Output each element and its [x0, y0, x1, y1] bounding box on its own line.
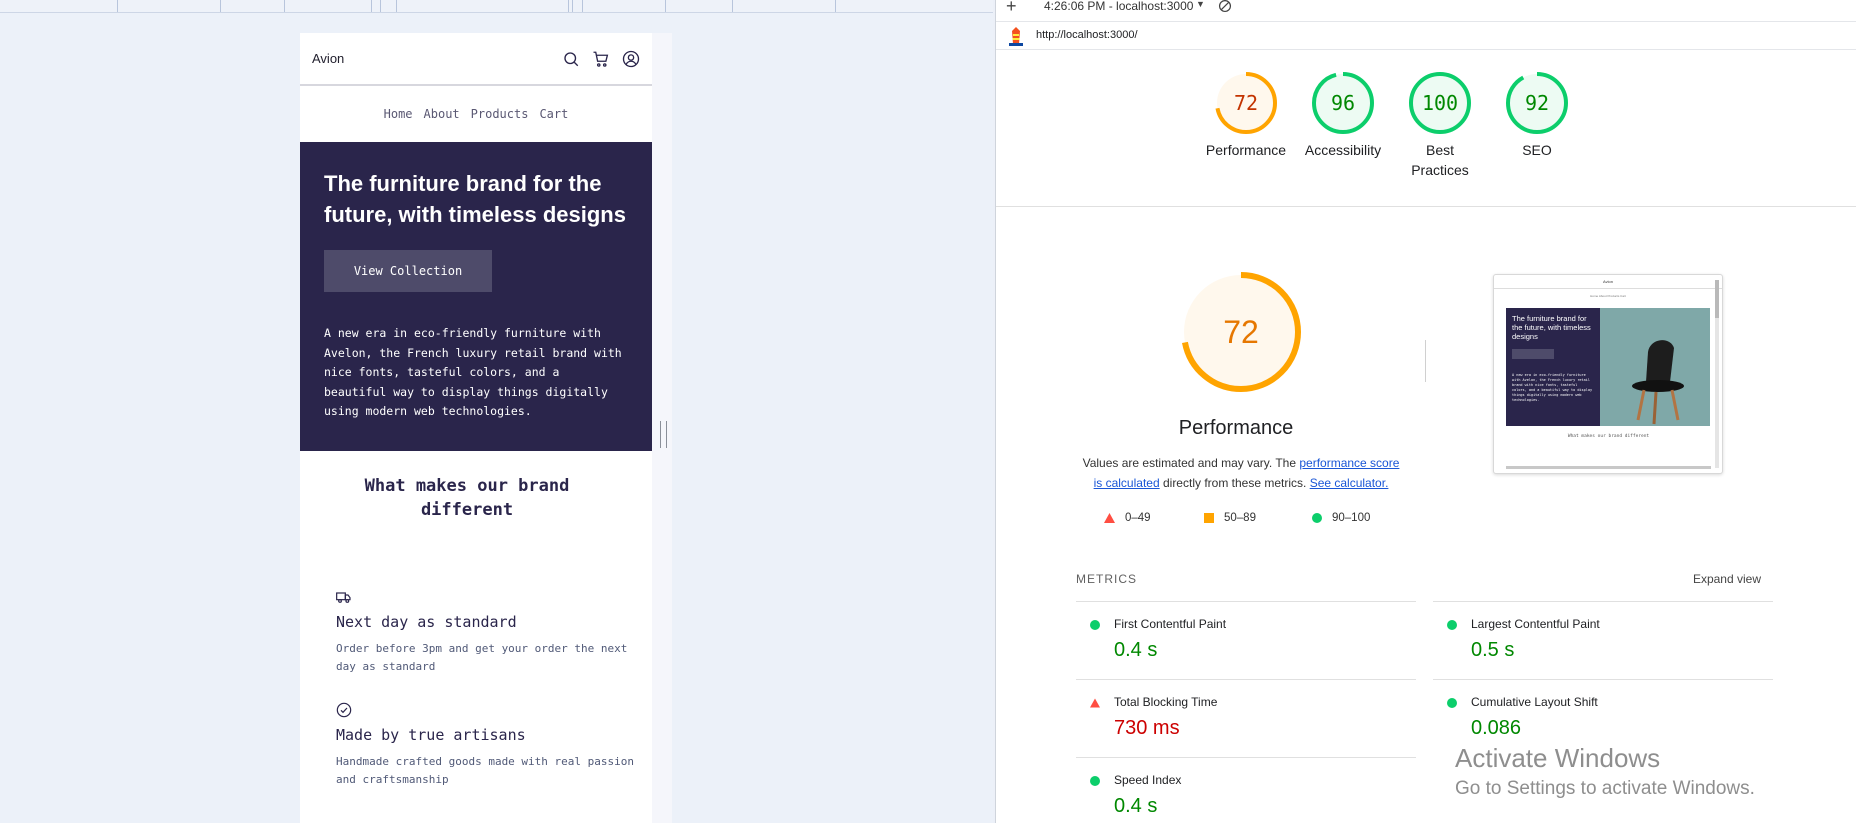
chevron-down-icon[interactable]: ▼ — [1196, 0, 1205, 9]
triangle-icon — [1104, 513, 1115, 523]
triangle-icon — [1090, 698, 1100, 708]
gauge-seo[interactable]: 92 SEO — [1487, 70, 1587, 160]
site-nav: Home About Products Cart — [300, 86, 652, 142]
legend-fail: 0–49 — [1104, 512, 1151, 524]
device-emulation-area: Avion Home About Products Cart The furni… — [0, 0, 993, 823]
metric-name: Cumulative Layout Shift — [1471, 695, 1598, 709]
performance-section: 72 Performance Values are estimated and … — [996, 260, 1856, 560]
metric-name: First Contentful Paint — [1114, 617, 1227, 631]
site-header: Avion — [300, 33, 652, 86]
gauge-score: 72 — [1234, 91, 1258, 115]
gauge-score: 100 — [1422, 91, 1458, 115]
metric-first-contentful-paint: First Contentful Paint 0.4 s — [1076, 601, 1416, 679]
section-title: What makes our brand different — [364, 476, 570, 520]
clear-reports-icon[interactable] — [1218, 0, 1232, 13]
gauge-accessibility[interactable]: 96 Accessibility — [1293, 70, 1393, 160]
metric-largest-contentful-paint: Largest Contentful Paint 0.5 s — [1433, 601, 1773, 679]
feature-item: Next day as standard Order before 3pm an… — [300, 589, 652, 676]
viewport-resize-handle[interactable] — [660, 421, 667, 448]
lighthouse-toolbar: + 4:26:06 PM - localhost:3000 ▼ — [996, 0, 1856, 16]
device-viewport: Avion Home About Products Cart The furni… — [300, 33, 672, 823]
category-gauges: 72 Performance 96 Accessibility 100 Best… — [996, 70, 1856, 210]
media-query-ruler[interactable] — [0, 0, 993, 13]
more-options-icon[interactable]: ⋮ — [1851, 23, 1856, 44]
circle-icon — [1447, 698, 1457, 708]
nav-home-link[interactable]: Home — [384, 107, 413, 121]
metric-name: Largest Contentful Paint — [1471, 617, 1600, 631]
gauge-performance[interactable]: 72 Performance — [1196, 70, 1296, 160]
metric-value: 730 ms — [1114, 717, 1180, 739]
see-calculator-link[interactable]: See calculator. — [1310, 476, 1389, 490]
circle-icon — [1447, 620, 1457, 630]
metrics-header: METRICS Expand view — [1076, 572, 1773, 592]
check-circle-icon — [336, 702, 352, 718]
search-icon[interactable] — [562, 50, 580, 68]
cart-icon[interactable] — [592, 50, 610, 68]
windows-activation-watermark: Activate Windows Go to Settings to activ… — [1455, 741, 1755, 801]
metric-name: Speed Index — [1114, 773, 1182, 787]
gauge-label: Best Practices — [1411, 142, 1469, 178]
metric-speed-index: Speed Index 0.4 s — [1076, 757, 1416, 823]
thumbnail-caption: What makes our brand different — [1567, 434, 1650, 439]
lighthouse-logo-icon — [1009, 27, 1023, 46]
thumbnail-hero: The furniture brand for the future, with… — [1506, 308, 1600, 426]
thumbnail-nav: Home About Products Cart — [1590, 294, 1626, 298]
score-legend: 0–49 50–89 90–100 — [1104, 512, 1404, 528]
hero-section: The furniture brand for the future, with… — [300, 142, 652, 451]
hero-description: A new era in eco-friendly furniture with… — [324, 326, 622, 418]
metric-value: 0.4 s — [1114, 639, 1158, 661]
gauge-label: Performance — [1205, 142, 1287, 158]
circle-icon — [1312, 513, 1322, 523]
nav-about-link[interactable]: About — [424, 107, 460, 121]
gauge-label: Accessibility — [1304, 142, 1382, 158]
thumbnail-header: Avion — [1494, 275, 1722, 289]
metrics-title: METRICS — [1076, 572, 1137, 586]
performance-title: Performance — [1178, 417, 1294, 439]
site-page: Avion Home About Products Cart The furni… — [300, 33, 652, 823]
gauge-score: 92 — [1525, 91, 1549, 115]
gauge-best-practices[interactable]: 100 Best Practices — [1390, 70, 1490, 180]
nav-cart-link[interactable]: Cart — [539, 107, 568, 121]
expand-view-toggle[interactable]: Expand view — [1693, 572, 1761, 586]
square-icon — [1204, 513, 1214, 523]
metric-value: 0.086 — [1471, 717, 1522, 739]
feature-title: Made by true artisans — [336, 726, 526, 744]
final-screenshot-thumbnail[interactable]: Avion Home About Products Cart The furni… — [1493, 274, 1723, 474]
performance-big-gauge: 72 — [1181, 272, 1301, 392]
watermark-line1: Activate Windows — [1455, 743, 1661, 773]
legend-average: 50–89 — [1204, 512, 1256, 524]
new-report-button[interactable]: + — [1006, 0, 1017, 17]
report-url-bar: http://localhost:3000/ ⋮ — [996, 21, 1856, 50]
performance-description: Values are estimated and may vary. The p… — [1082, 456, 1400, 490]
report-url[interactable]: http://localhost:3000/ — [1036, 29, 1138, 41]
site-logo[interactable]: Avion — [312, 51, 550, 66]
metric-total-blocking-time: Total Blocking Time 730 ms — [1076, 679, 1416, 757]
user-avatar-icon[interactable] — [622, 50, 640, 68]
performance-big-score: 72 — [1223, 314, 1259, 350]
feature-text: Order before 3pm and get your order the … — [336, 642, 628, 673]
watermark-line2: Go to Settings to activate Windows. — [1455, 778, 1755, 799]
gauge-label: SEO — [1522, 142, 1552, 158]
view-collection-button[interactable]: View Collection — [324, 250, 492, 292]
circle-icon — [1090, 776, 1100, 786]
metric-name: Total Blocking Time — [1114, 695, 1218, 709]
delivery-truck-icon — [336, 592, 351, 603]
report-selector[interactable]: 4:26:06 PM - localhost:3000 — [1044, 0, 1193, 13]
feature-title: Next day as standard — [336, 613, 517, 631]
thumbnail-chair-image — [1600, 308, 1710, 426]
feature-text: Handmade crafted goods made with real pa… — [336, 755, 635, 786]
lighthouse-panel: + 4:26:06 PM - localhost:3000 ▼ http://l… — [995, 0, 1856, 823]
gauge-score: 96 — [1331, 91, 1355, 115]
circle-icon — [1090, 620, 1100, 630]
metric-value: 0.4 s — [1114, 795, 1158, 817]
legend-pass: 90–100 — [1312, 512, 1370, 524]
nav-products-link[interactable]: Products — [471, 107, 529, 121]
section-divider — [996, 206, 1856, 207]
hero-title: The furniture brand for the future, with… — [324, 171, 626, 227]
vertical-divider — [1425, 340, 1426, 382]
feature-item: Made by true artisans Handmade crafted g… — [300, 702, 652, 789]
metric-value: 0.5 s — [1471, 639, 1515, 661]
